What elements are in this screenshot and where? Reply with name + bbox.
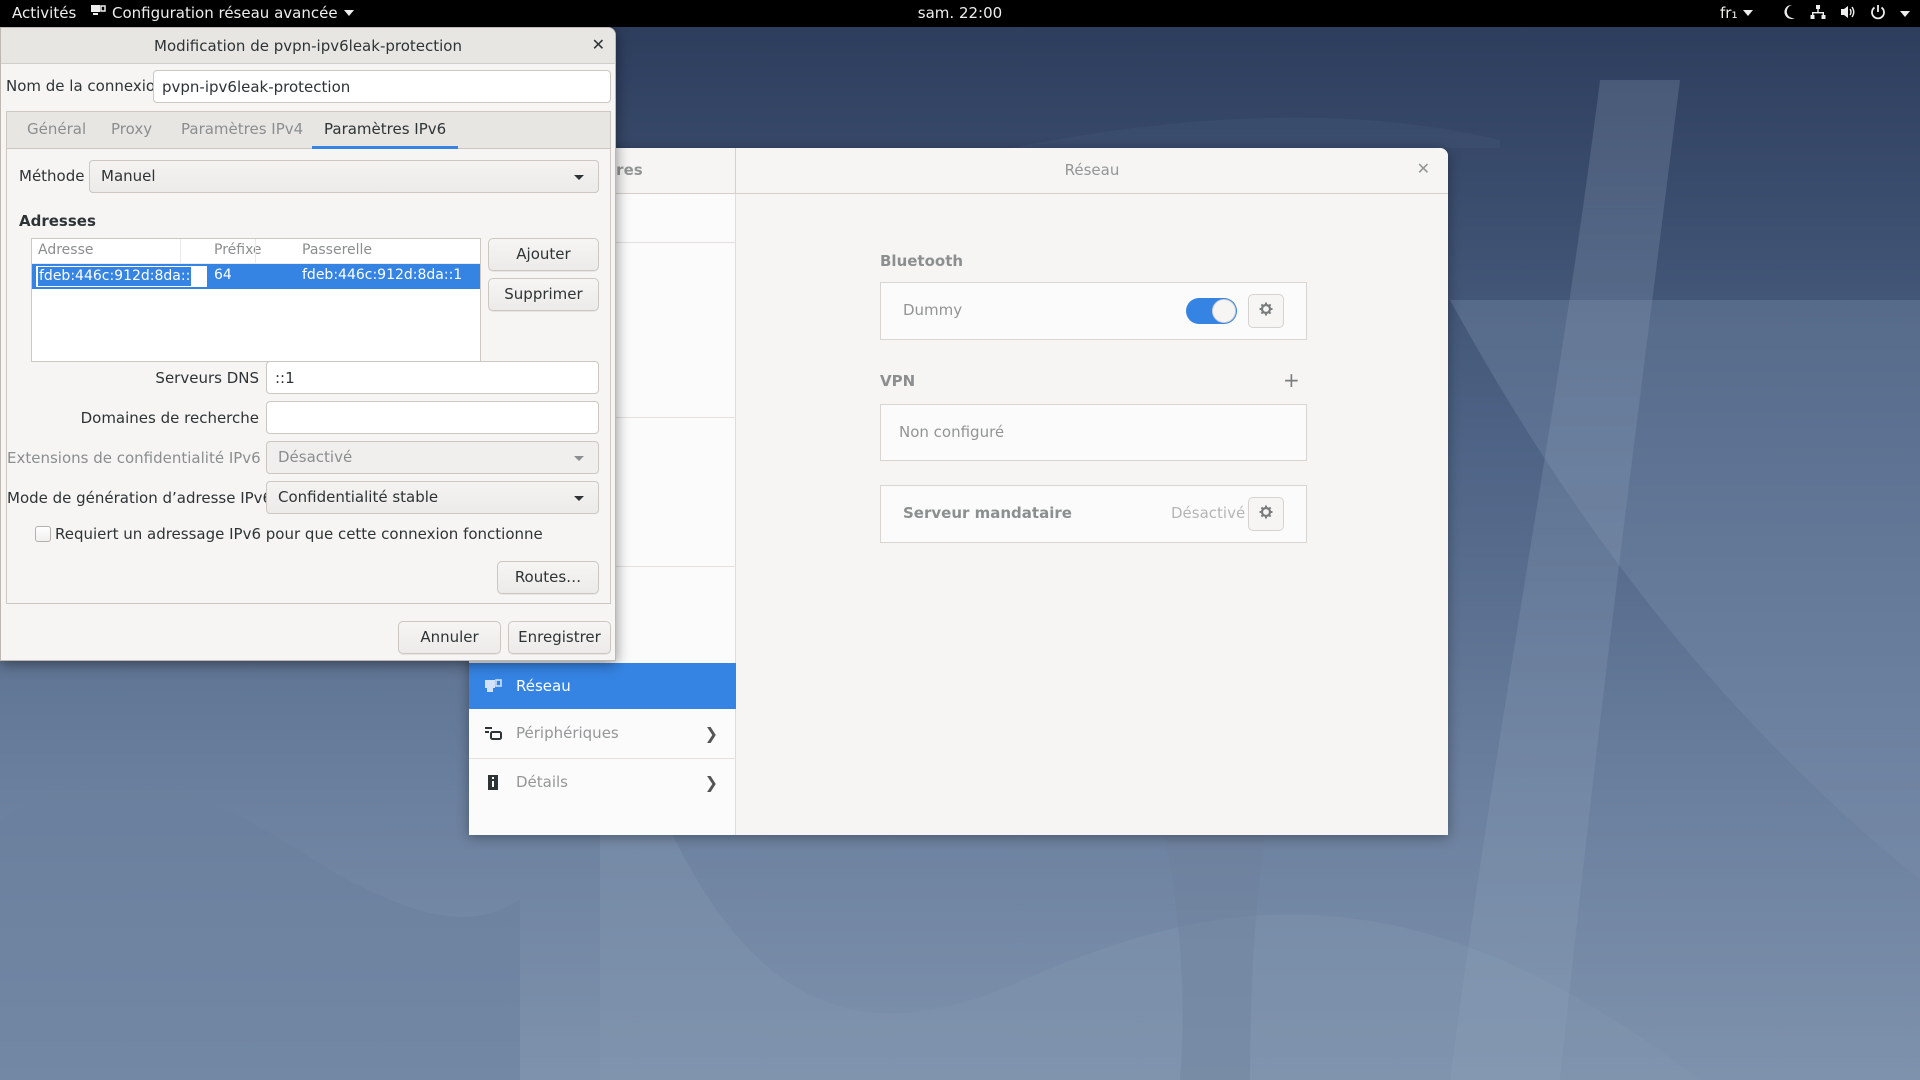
chevron-down-icon xyxy=(343,10,354,16)
dns-label: Serveurs DNS xyxy=(155,369,259,387)
require-ipv6-checkbox[interactable] xyxy=(35,526,51,542)
column-separator xyxy=(180,239,181,264)
sidebar-item-details[interactable]: Détails ❯ xyxy=(469,759,736,805)
table-header: Adresse Préfixe Passerelle xyxy=(32,239,480,264)
activities-button[interactable]: Activités xyxy=(12,4,76,22)
bluetooth-settings-button[interactable] xyxy=(1248,294,1284,328)
method-label: Méthode xyxy=(19,167,85,185)
sidebar-item-label: Réseau xyxy=(516,677,571,695)
add-address-button[interactable]: Ajouter xyxy=(488,238,599,271)
sidebar-item-reseau[interactable]: Réseau xyxy=(469,663,736,709)
dialog-title: Modification de pvpn-ipv6leak-protection xyxy=(154,37,462,55)
network-wired-icon xyxy=(1810,4,1826,24)
address-cell: fdeb:446c:912d:8da:: xyxy=(36,266,193,287)
keyboard-layout-indicator[interactable]: fr₁ xyxy=(1720,4,1754,22)
ipv6-settings-page: Méthode Manuel Adresses Adresse Préfixe … xyxy=(7,149,610,603)
add-vpn-button[interactable]: + xyxy=(1283,368,1300,392)
proxy-status: Désactivé xyxy=(1171,504,1246,522)
gear-icon xyxy=(1259,505,1273,523)
network-app-icon xyxy=(90,4,106,22)
dialog-close-button[interactable]: ✕ xyxy=(592,35,605,54)
vpn-empty-label: Non configuré xyxy=(899,423,1005,441)
addresses-title: Adresses xyxy=(19,212,96,230)
column-separator xyxy=(255,239,256,264)
privacy-extensions-value: Désactivé xyxy=(278,448,353,466)
privacy-extensions-label: Extensions de confidentialité IPv6 xyxy=(7,449,261,467)
volume-icon xyxy=(1840,4,1856,24)
vpn-section-title: VPN xyxy=(880,372,916,390)
toggle-knob xyxy=(1212,299,1236,323)
chevron-down-icon xyxy=(574,175,584,180)
power-icon xyxy=(1870,4,1886,24)
sidebar-item-peripheriques[interactable]: Périphériques ❯ xyxy=(469,710,736,756)
bluetooth-section-title: Bluetooth xyxy=(880,252,964,270)
network-icon xyxy=(484,677,502,695)
settings-panel-title: Réseau xyxy=(1064,161,1120,179)
top-bar: Activités Configuration réseau avancée s… xyxy=(0,0,1920,27)
bluetooth-toggle[interactable] xyxy=(1186,298,1237,324)
address-cell-editor[interactable]: fdeb:446c:912d:8da:: xyxy=(36,266,207,287)
proxy-settings-button[interactable] xyxy=(1248,497,1284,531)
chevron-down-icon xyxy=(1743,10,1754,16)
dns-input[interactable] xyxy=(266,361,599,394)
tab-proxy[interactable]: Proxy xyxy=(99,112,164,149)
proxy-row[interactable]: Serveur mandataire Désactivé xyxy=(880,485,1307,543)
column-header-address[interactable]: Adresse xyxy=(38,242,93,258)
network-panel: Bluetooth Dummy VPN + Non configuré Serv… xyxy=(736,194,1448,835)
connection-name-input[interactable] xyxy=(153,70,611,103)
privacy-extensions-dropdown: Désactivé xyxy=(266,441,599,474)
settings-header-bar: Réseau ✕ xyxy=(736,148,1448,194)
tab-ipv4[interactable]: Paramètres IPv4 xyxy=(169,112,315,149)
chevron-down-icon xyxy=(574,496,584,501)
method-value: Manuel xyxy=(101,167,156,185)
sidebar-item-label: Périphériques xyxy=(516,724,619,742)
tab-bar: Général Proxy Paramètres IPv4 Paramètres… xyxy=(7,112,610,149)
app-menu[interactable]: Configuration réseau avancée xyxy=(90,4,354,22)
proxy-label: Serveur mandataire xyxy=(903,504,1072,522)
settings-notebook: Général Proxy Paramètres IPv4 Paramètres… xyxy=(6,111,611,604)
chevron-down-icon xyxy=(1900,11,1910,17)
routes-button[interactable]: Routes… xyxy=(497,561,599,594)
save-button[interactable]: Enregistrer xyxy=(508,621,611,654)
dialog-header: Modification de pvpn-ipv6leak-protection… xyxy=(1,28,615,64)
keyboard-layout-label: fr₁ xyxy=(1720,4,1738,22)
settings-close-button[interactable]: ✕ xyxy=(1417,159,1430,178)
devices-icon xyxy=(484,724,502,742)
addr-gen-mode-label: Mode de génération d’adresse IPv6 xyxy=(7,489,273,507)
tab-general[interactable]: Général xyxy=(15,112,98,149)
addr-gen-mode-value: Confidentialité stable xyxy=(278,488,439,506)
info-icon xyxy=(484,773,502,791)
chevron-right-icon: ❯ xyxy=(704,724,718,743)
gear-icon xyxy=(1259,302,1273,320)
connection-name-label: Nom de la connexion xyxy=(6,77,165,95)
bluetooth-device-name: Dummy xyxy=(903,301,963,319)
connection-editor-dialog: Modification de pvpn-ipv6leak-protection… xyxy=(0,27,616,661)
chevron-down-icon xyxy=(574,456,584,461)
gateway-cell: fdeb:446c:912d:8da::1 xyxy=(302,267,463,283)
table-row[interactable]: fdeb:446c:912d:8da:: 64 fdeb:446c:912d:8… xyxy=(32,264,480,289)
clock[interactable]: sam. 22:00 xyxy=(918,4,1002,22)
delete-address-button[interactable]: Supprimer xyxy=(488,278,599,311)
cancel-button[interactable]: Annuler xyxy=(398,621,501,654)
bluetooth-device-row: Dummy xyxy=(880,282,1307,340)
require-ipv6-label[interactable]: Requiert un adressage IPv6 pour que cett… xyxy=(55,525,543,543)
addr-gen-mode-dropdown[interactable]: Confidentialité stable xyxy=(266,481,599,514)
vpn-empty-row: Non configuré xyxy=(880,404,1307,461)
search-domains-label: Domaines de recherche xyxy=(80,409,259,427)
app-menu-label: Configuration réseau avancée xyxy=(112,4,338,22)
method-dropdown[interactable]: Manuel xyxy=(89,160,599,193)
prefix-cell: 64 xyxy=(214,267,232,283)
chevron-right-icon: ❯ xyxy=(704,773,718,792)
night-light-icon xyxy=(1782,4,1796,24)
system-status-menu[interactable] xyxy=(1782,4,1910,24)
tab-ipv6[interactable]: Paramètres IPv6 xyxy=(312,112,459,149)
search-domains-input[interactable] xyxy=(266,401,599,434)
column-header-gateway[interactable]: Passerelle xyxy=(302,242,372,258)
addresses-table[interactable]: Adresse Préfixe Passerelle fdeb:446c:912… xyxy=(31,238,481,362)
sidebar-item-label: Détails xyxy=(516,773,569,791)
